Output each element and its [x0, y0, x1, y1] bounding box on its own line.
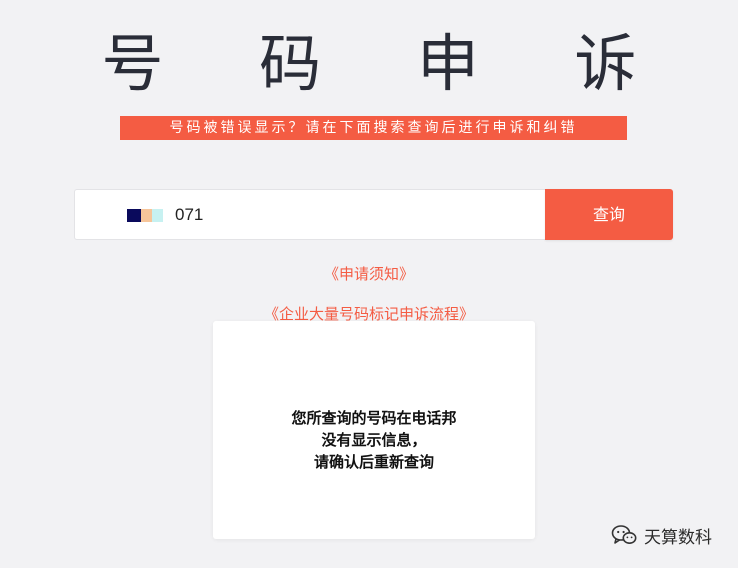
mask-block-3	[152, 209, 163, 222]
result-card: 您所查询的号码在电话邦 没有显示信息， 请确认后重新查询	[213, 321, 535, 539]
result-line-2: 没有显示信息，	[321, 431, 427, 449]
masked-number	[127, 209, 163, 222]
result-message: 您所查询的号码在电话邦 没有显示信息， 请确认后重新查询	[213, 407, 535, 473]
watermark-text: 天算数科	[644, 527, 712, 548]
phone-search-input[interactable]: 071	[74, 189, 545, 240]
wechat-icon	[611, 525, 637, 544]
subtitle-banner: 号码被错误显示？请在下面搜索查询后进行申诉和纠错	[120, 116, 627, 140]
result-line-3: 请确认后重新查询	[313, 453, 434, 471]
application-notice-link[interactable]: 《申请须知》	[0, 264, 738, 284]
watermark: 天算数科	[611, 522, 712, 548]
page-title: 号 码 申 诉	[101, 27, 675, 100]
search-input-value: 071	[175, 205, 204, 224]
mask-block-1	[127, 209, 141, 222]
query-button[interactable]: 查询	[545, 189, 673, 240]
result-line-1: 您所查询的号码在电话邦	[291, 409, 457, 427]
mask-block-2	[141, 209, 152, 222]
